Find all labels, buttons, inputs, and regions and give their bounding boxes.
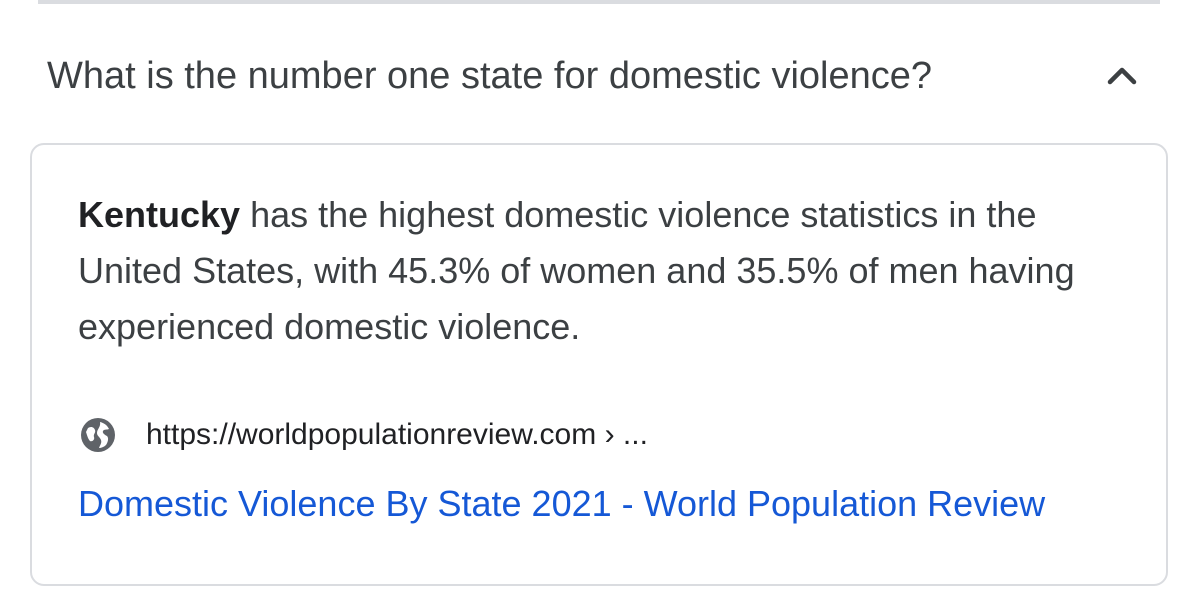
question-row[interactable]: What is the number one state for domesti… <box>0 38 1200 114</box>
result-title-link[interactable]: Domestic Violence By State 2021 - World … <box>78 482 1045 526</box>
globe-icon <box>81 418 115 452</box>
answer-text: Kentucky has the highest domestic violen… <box>78 187 1118 355</box>
question-text: What is the number one state for domesti… <box>47 55 933 97</box>
answer-highlight: Kentucky <box>78 194 241 235</box>
source-row[interactable]: https://worldpopulationreview.com › ... <box>80 413 648 457</box>
answer-card: Kentucky has the highest domestic violen… <box>30 143 1168 586</box>
source-url[interactable]: https://worldpopulationreview.com › ... <box>146 418 648 452</box>
chevron-up-icon[interactable] <box>1102 56 1142 96</box>
top-divider <box>38 0 1160 4</box>
featured-question-panel: What is the number one state for domesti… <box>0 0 1200 592</box>
